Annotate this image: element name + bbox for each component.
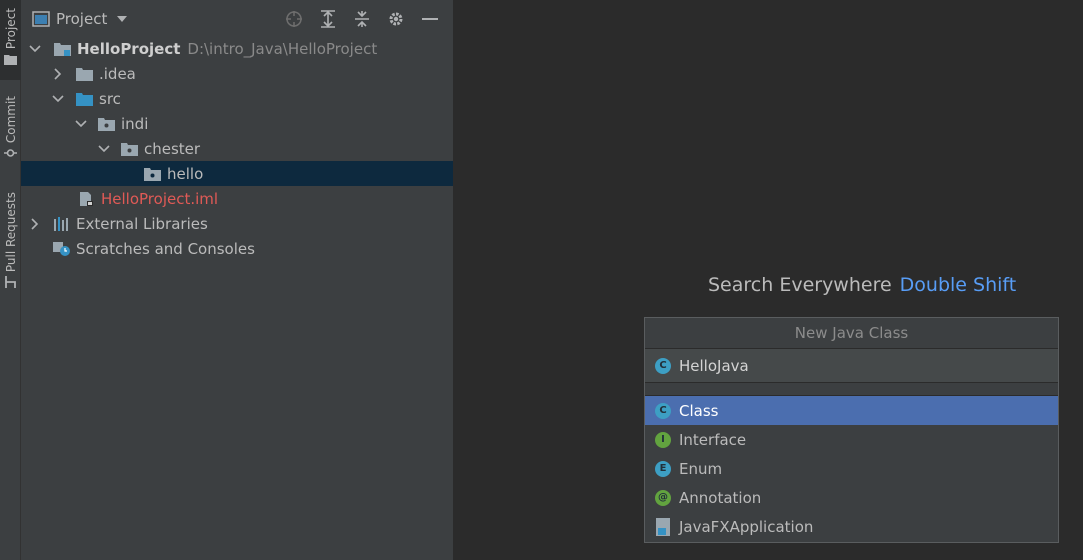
tree-node-src[interactable]: src — [21, 86, 453, 111]
tree-label: .idea — [99, 64, 136, 83]
folder-icon — [4, 55, 17, 66]
pull-request-icon — [5, 276, 16, 289]
project-panel-header: Project — [21, 0, 454, 37]
gear-icon[interactable] — [386, 9, 406, 29]
project-view-selector[interactable]: Project — [32, 10, 128, 28]
kind-interface[interactable]: I Interface — [645, 425, 1058, 454]
tree-node-external-libraries[interactable]: External Libraries — [21, 211, 453, 236]
source-folder-icon — [76, 92, 93, 106]
expand-all-icon[interactable] — [318, 9, 338, 29]
chevron-right-icon[interactable] — [52, 67, 64, 80]
tree-node-hello[interactable]: hello — [21, 161, 453, 186]
annotation-icon: @ — [655, 489, 671, 506]
class-name-value: HelloJava — [679, 356, 749, 375]
tree-label: src — [99, 89, 121, 108]
javafx-icon — [656, 517, 670, 536]
chevron-down-icon[interactable] — [29, 43, 41, 55]
popup-separator — [645, 383, 1058, 396]
hint-text: Search Everywhere — [708, 274, 892, 296]
libraries-icon — [54, 216, 68, 231]
kind-javafx-application[interactable]: JavaFXApplication — [645, 512, 1058, 541]
tree-label: HelloProject.iml — [101, 189, 219, 208]
tree-label: hello — [167, 164, 204, 183]
kind-label: Annotation — [679, 488, 762, 507]
kind-class[interactable]: C Class — [645, 396, 1058, 425]
project-panel: Project HelloProject D:\intro_Java\Hello… — [21, 0, 454, 560]
hint-shortcut: Double Shift — [899, 274, 1017, 296]
class-icon: C — [655, 402, 671, 419]
tree-label: indi — [121, 114, 149, 133]
project-panel-title: Project — [56, 9, 108, 28]
tree-node-chester[interactable]: chester — [21, 136, 453, 161]
chevron-down-icon[interactable] — [75, 118, 87, 130]
search-everywhere-hint: Search Everywhere Double Shift — [708, 274, 1016, 296]
chevron-down-icon[interactable] — [98, 143, 110, 155]
chevron-down-icon[interactable] — [52, 93, 64, 105]
tree-label: HelloProject — [77, 39, 181, 58]
kind-annotation[interactable]: @ Annotation — [645, 483, 1058, 512]
module-folder-icon — [54, 42, 71, 56]
package-icon — [98, 117, 115, 131]
locate-icon[interactable] — [284, 9, 304, 29]
package-icon — [121, 142, 138, 156]
popup-title: New Java Class — [645, 318, 1058, 349]
tree-node-indi[interactable]: indi — [21, 111, 453, 136]
iml-file-icon — [80, 191, 93, 206]
class-name-input[interactable]: C HelloJava — [645, 349, 1058, 383]
commit-icon — [4, 149, 17, 157]
class-icon: C — [655, 357, 671, 374]
collapse-all-icon[interactable] — [352, 9, 372, 29]
kind-label: Enum — [679, 459, 723, 478]
folder-icon — [76, 67, 93, 81]
tab-project-label: Project — [3, 8, 18, 50]
project-window-icon — [32, 10, 50, 27]
tab-pull-requests-label: Pull Requests — [3, 192, 18, 273]
tree-path: D:\intro_Java\HelloProject — [187, 39, 378, 58]
new-java-class-popup: New Java Class C HelloJava C Class I Int… — [644, 317, 1059, 543]
tab-pull-requests[interactable]: Pull Requests — [0, 192, 21, 302]
tab-commit-label: Commit — [3, 96, 18, 144]
tab-commit[interactable]: Commit — [0, 96, 21, 176]
kind-label: Interface — [679, 430, 747, 449]
tree-node-helloproject[interactable]: HelloProject D:\intro_Java\HelloProject — [21, 36, 453, 61]
package-icon — [144, 167, 161, 181]
enum-icon: E — [655, 460, 671, 477]
minimize-icon[interactable] — [420, 9, 440, 29]
tree-node-scratches[interactable]: Scratches and Consoles — [21, 236, 453, 261]
chevron-right-icon[interactable] — [29, 217, 41, 230]
kind-enum[interactable]: E Enum — [645, 454, 1058, 483]
kind-label: Class — [679, 401, 719, 420]
caret-down-icon — [117, 15, 128, 22]
interface-icon: I — [655, 431, 671, 448]
tree-node-idea[interactable]: .idea — [21, 61, 453, 86]
tree-node-helloproject-iml[interactable]: HelloProject.iml — [21, 186, 453, 211]
kind-label: JavaFXApplication — [679, 517, 814, 536]
scratches-icon — [53, 241, 70, 256]
tool-window-strip: Project Commit Pull Requests — [0, 0, 21, 560]
tree-label: Scratches and Consoles — [76, 239, 255, 258]
tree-label: External Libraries — [76, 214, 208, 233]
tree-label: chester — [144, 139, 201, 158]
tab-project[interactable]: Project — [0, 0, 21, 80]
